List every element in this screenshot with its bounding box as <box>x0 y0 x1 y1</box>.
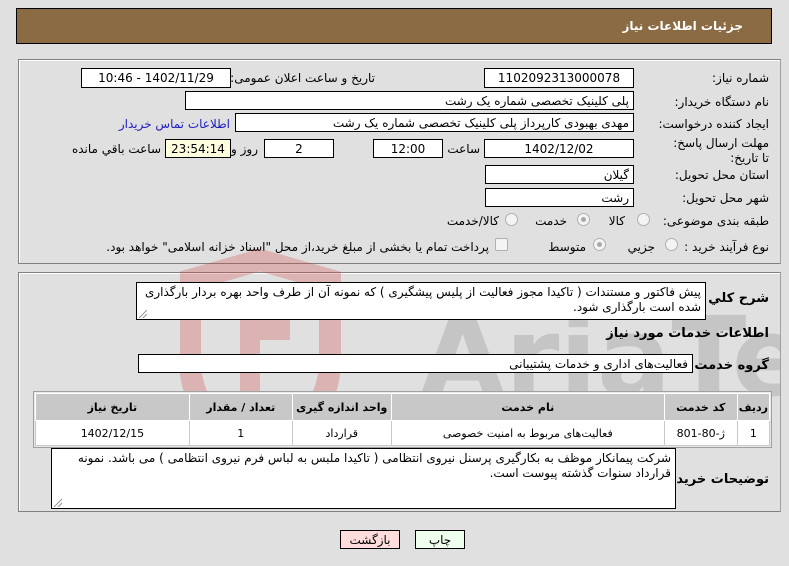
treasury-checkbox-label: پرداخت تمام یا بخشی از مبلغ خرید،از محل … <box>106 240 489 254</box>
cell-need-date: 1402/12/15 <box>35 420 190 446</box>
process-option-minor: جزیي <box>627 240 655 254</box>
col-quantity: تعداد / مقدار <box>188 393 293 421</box>
remaining-days-field: 2 <box>264 139 334 158</box>
requester-label: ایجاد کننده درخواست: <box>658 117 769 131</box>
col-need-date: تاریخ نیاز <box>35 393 190 421</box>
table-header-row: ردیف کد خدمت نام خدمت واحد اندازه گیری ت… <box>35 393 771 421</box>
announce-datetime-field: 1402/11/29 - 10:46 <box>81 68 231 88</box>
buyer-org-label: نام دستگاه خریدار: <box>674 95 770 109</box>
page-title: جزئیات اطلاعات نیاز <box>622 19 743 33</box>
deadline-date-field: 1402/12/02 <box>484 139 634 158</box>
services-section-title: اطلاعات خدمات مورد نیاز <box>606 326 769 341</box>
description-text: پیش فاکتور و مستندات ( تاکیدا مجوز فعالی… <box>144 285 701 314</box>
buyer-org-field: پلی کلینیک تخصصی شماره یک رشت <box>185 91 634 110</box>
need-number-label: شماره نیاز: <box>712 71 769 85</box>
resize-handle[interactable] <box>139 310 147 318</box>
province-field: گیلان <box>485 165 634 184</box>
services-table-wrap: ردیف کد خدمت نام خدمت واحد اندازه گیری ت… <box>33 391 772 448</box>
col-row-number: ردیف <box>736 393 771 421</box>
category-radio-goods[interactable] <box>637 213 650 226</box>
resize-handle[interactable] <box>54 499 62 507</box>
deadline-label: مهلت ارسال پاسخ: تا تاریخ: <box>673 136 769 165</box>
requester-field: مهدی بهبودی کارپرداز پلی کلینیک تخصصی شم… <box>235 113 634 132</box>
category-radio-goods-service[interactable] <box>505 213 518 226</box>
cell-quantity: 1 <box>188 420 293 446</box>
cell-row-number: 1 <box>736 420 771 446</box>
province-label: استان محل تحویل: <box>674 168 769 182</box>
city-label: شهر محل تحویل: <box>682 191 769 205</box>
announce-datetime-label: تاریخ و ساعت اعلان عمومی: <box>230 71 375 85</box>
need-number-field: 1102092313000078 <box>484 68 634 88</box>
process-radio-minor[interactable] <box>665 238 678 251</box>
deadline-time-label: ساعت <box>447 142 480 156</box>
service-group-field: فعالیت‌های اداری و خدمات پشتیبانی <box>138 354 693 373</box>
deadline-time-field: 12:00 <box>373 139 443 158</box>
remaining-time-field: 23:54:14 <box>165 139 231 158</box>
service-group-label: گروه خدمت: <box>689 358 769 373</box>
category-option-goods: کالا <box>608 214 625 228</box>
cell-service-code: ژ-80-801 <box>663 420 738 446</box>
days-label: روز و <box>231 142 258 156</box>
city-field: رشت <box>485 188 634 207</box>
buyer-notes-text: شرکت پیمانکار موظف به بکارگیری پرسنل نیر… <box>77 451 671 480</box>
process-option-medium: متوسط <box>548 240 586 254</box>
category-radio-service[interactable] <box>577 213 590 226</box>
process-radio-medium[interactable] <box>593 238 606 251</box>
cell-unit: قرارداد <box>291 420 392 446</box>
col-unit: واحد اندازه گیری <box>291 393 392 421</box>
remaining-label: ساعت باقي مانده <box>71 142 161 156</box>
table-row: 1 ژ-80-801 فعالیت‌های مربوط به امنیت خصو… <box>35 420 771 446</box>
category-option-goods-service: کالا/خدمت <box>446 214 499 228</box>
description-textarea[interactable]: پیش فاکتور و مستندات ( تاکیدا مجوز فعالی… <box>136 282 706 320</box>
category-label: طبقه بندی موضوعی: <box>662 214 769 228</box>
page-header: جزئیات اطلاعات نیاز <box>16 8 772 44</box>
process-label: نوع فرآیند خرید : <box>684 240 769 254</box>
cell-service-name: فعالیت‌های مربوط به امنیت خصوصی <box>390 420 665 446</box>
print-button[interactable]: چاپ <box>415 530 465 549</box>
col-service-code: کد خدمت <box>663 393 738 421</box>
back-button[interactable]: بازگشت <box>340 530 400 549</box>
need-info-panel <box>18 59 781 264</box>
buyer-contact-link[interactable]: اطلاعات تماس خریدار <box>119 117 230 131</box>
col-service-name: نام خدمت <box>390 393 665 421</box>
services-table: ردیف کد خدمت نام خدمت واحد اندازه گیری ت… <box>35 393 771 446</box>
category-option-service: خدمت <box>535 214 567 228</box>
treasury-checkbox[interactable] <box>495 238 508 251</box>
buyer-notes-textarea[interactable]: شرکت پیمانکار موظف به بکارگیری پرسنل نیر… <box>51 448 676 509</box>
